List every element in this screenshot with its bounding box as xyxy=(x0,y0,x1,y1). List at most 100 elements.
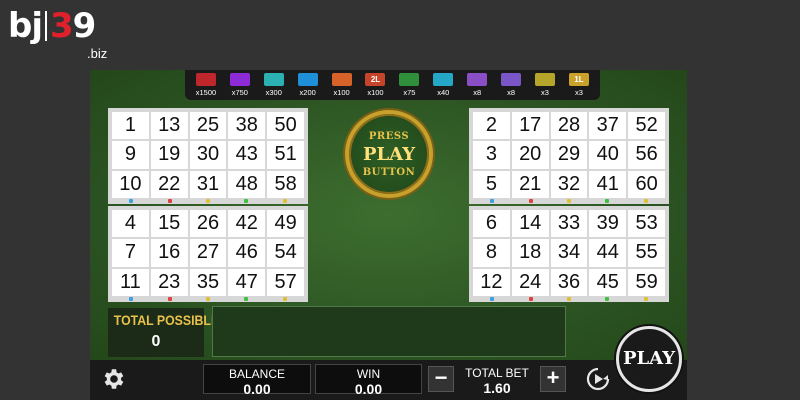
column-marker xyxy=(566,199,571,203)
card-number: 38 xyxy=(228,112,266,140)
pattern-icon xyxy=(501,73,522,86)
card-number: 19 xyxy=(150,141,188,169)
card-number: 50 xyxy=(267,112,304,140)
paytable-multiplier: x1500 xyxy=(195,88,217,97)
card-number: 46 xyxy=(228,239,266,267)
card-number: 26 xyxy=(189,210,227,238)
pattern-icon xyxy=(195,73,216,86)
paytable-item: x75 xyxy=(394,73,424,97)
card-number: 5 xyxy=(473,170,510,198)
card-number: 29 xyxy=(550,141,588,169)
paytable-item: x750 xyxy=(225,73,255,97)
paytable-multiplier: x200 xyxy=(299,88,316,97)
paytable-multiplier: x3 xyxy=(574,88,583,97)
column-marker xyxy=(282,199,287,203)
card-number: 40 xyxy=(589,141,627,169)
bingo-card[interactable]: 2 17 28 37 52 3 20 29 40 56 5 21 32 41 60 xyxy=(469,108,669,204)
gear-icon[interactable] xyxy=(100,366,126,392)
balance-display: BALANCE 0.00 xyxy=(203,364,311,397)
card-number: 20 xyxy=(511,141,549,169)
bingo-card[interactable]: 6 14 33 39 53 8 18 34 44 55 12 24 36 45 59 xyxy=(469,206,669,302)
paytable-item: x1500 xyxy=(191,73,221,97)
card-number: 51 xyxy=(267,141,304,169)
card-number: 25 xyxy=(189,112,227,140)
paytable-multiplier: x3 xyxy=(541,88,549,97)
paytable-item: 2L x100 xyxy=(360,73,390,97)
decrease-bet-button[interactable]: − xyxy=(428,366,454,392)
bingo-card[interactable]: 1 13 25 38 50 9 19 30 43 51 10 22 31 48 58 xyxy=(108,108,308,204)
card-number: 22 xyxy=(150,170,188,198)
logo-tld: .biz xyxy=(87,46,108,61)
paytable-multiplier: x8 xyxy=(507,88,516,97)
card-number: 28 xyxy=(550,112,588,140)
logo-text-bj: bj xyxy=(8,6,43,46)
card-number: 59 xyxy=(628,268,665,296)
paytable-item: x300 xyxy=(259,73,289,97)
play-button[interactable]: PLAY xyxy=(616,326,682,392)
win-display: WIN 0.00 xyxy=(315,364,422,397)
paytable-multiplier: x40 xyxy=(437,88,450,97)
card-number: 39 xyxy=(589,210,627,238)
card-number: 9 xyxy=(112,141,149,169)
pattern-icon xyxy=(297,73,318,86)
card-number: 21 xyxy=(511,170,549,198)
bottom-bar: BALANCE 0.00 WIN 0.00 − TOTAL BET 1.60 + xyxy=(90,360,687,400)
win-label: WIN xyxy=(356,367,381,381)
card-number: 42 xyxy=(228,210,266,238)
card-number: 35 xyxy=(189,268,227,296)
column-marker xyxy=(129,297,134,301)
column-marker xyxy=(605,297,610,301)
column-marker xyxy=(528,297,533,301)
paytable-item: x40 xyxy=(428,73,458,97)
card-number: 43 xyxy=(228,141,266,169)
card-number: 36 xyxy=(550,268,588,296)
pattern-icon: 2L xyxy=(365,73,386,86)
card-number: 56 xyxy=(628,141,665,169)
card-number: 18 xyxy=(511,239,549,267)
card-number: 7 xyxy=(112,239,149,267)
card-number: 6 xyxy=(473,210,510,238)
total-bet-value: 1.60 xyxy=(483,380,511,396)
medallion-button-text: BUTTON xyxy=(362,166,416,178)
card-number: 45 xyxy=(589,268,627,296)
card-number: 23 xyxy=(150,268,188,296)
card-number: 12 xyxy=(473,268,510,296)
card-number: 27 xyxy=(189,239,227,267)
total-possible-value: 0 xyxy=(151,333,161,350)
card-number: 60 xyxy=(628,170,665,198)
card-number: 34 xyxy=(550,239,588,267)
column-marker xyxy=(244,297,249,301)
balance-label: BALANCE xyxy=(228,367,286,381)
card-number: 41 xyxy=(589,170,627,198)
card-number: 47 xyxy=(228,268,266,296)
paytable-multiplier: x100 xyxy=(333,88,350,97)
autoplay-icon[interactable] xyxy=(585,366,611,392)
card-number: 11 xyxy=(112,268,149,296)
card-number: 4 xyxy=(112,210,149,238)
card-number: 1 xyxy=(112,112,149,140)
column-marker xyxy=(643,199,648,203)
paytable-item: 1L x3 xyxy=(564,73,594,97)
press-play-medallion[interactable]: PRESS PLAY BUTTON xyxy=(345,110,433,198)
pattern-icon xyxy=(399,73,420,86)
column-marker xyxy=(205,199,210,203)
column-marker xyxy=(490,297,495,301)
paytable-multiplier: x8 xyxy=(473,88,482,97)
card-number: 37 xyxy=(589,112,627,140)
paytable-multiplier: x100 xyxy=(367,88,384,97)
logo-text-9: 9 xyxy=(72,6,97,46)
paytable-multiplier: x750 xyxy=(231,88,248,97)
paytable: x1500 x750 x300 x200 x100 2L x100 x75 x40 x8 x8 x3 1… xyxy=(185,70,600,100)
win-value: 0.00 xyxy=(354,381,383,397)
column-marker xyxy=(282,297,287,301)
card-number: 54 xyxy=(267,239,304,267)
site-logo: bj 39 .biz xyxy=(8,6,118,64)
card-number: 14 xyxy=(511,210,549,238)
paytable-multiplier: x300 xyxy=(265,88,282,97)
column-marker xyxy=(244,199,249,203)
bingo-card[interactable]: 4 15 26 42 49 7 16 27 46 54 11 23 35 47 57 xyxy=(108,206,308,302)
paytable-item: x100 xyxy=(327,73,357,97)
pattern-icon xyxy=(263,73,284,86)
increase-bet-button[interactable]: + xyxy=(540,366,566,392)
paytable-multiplier: x75 xyxy=(403,88,416,97)
